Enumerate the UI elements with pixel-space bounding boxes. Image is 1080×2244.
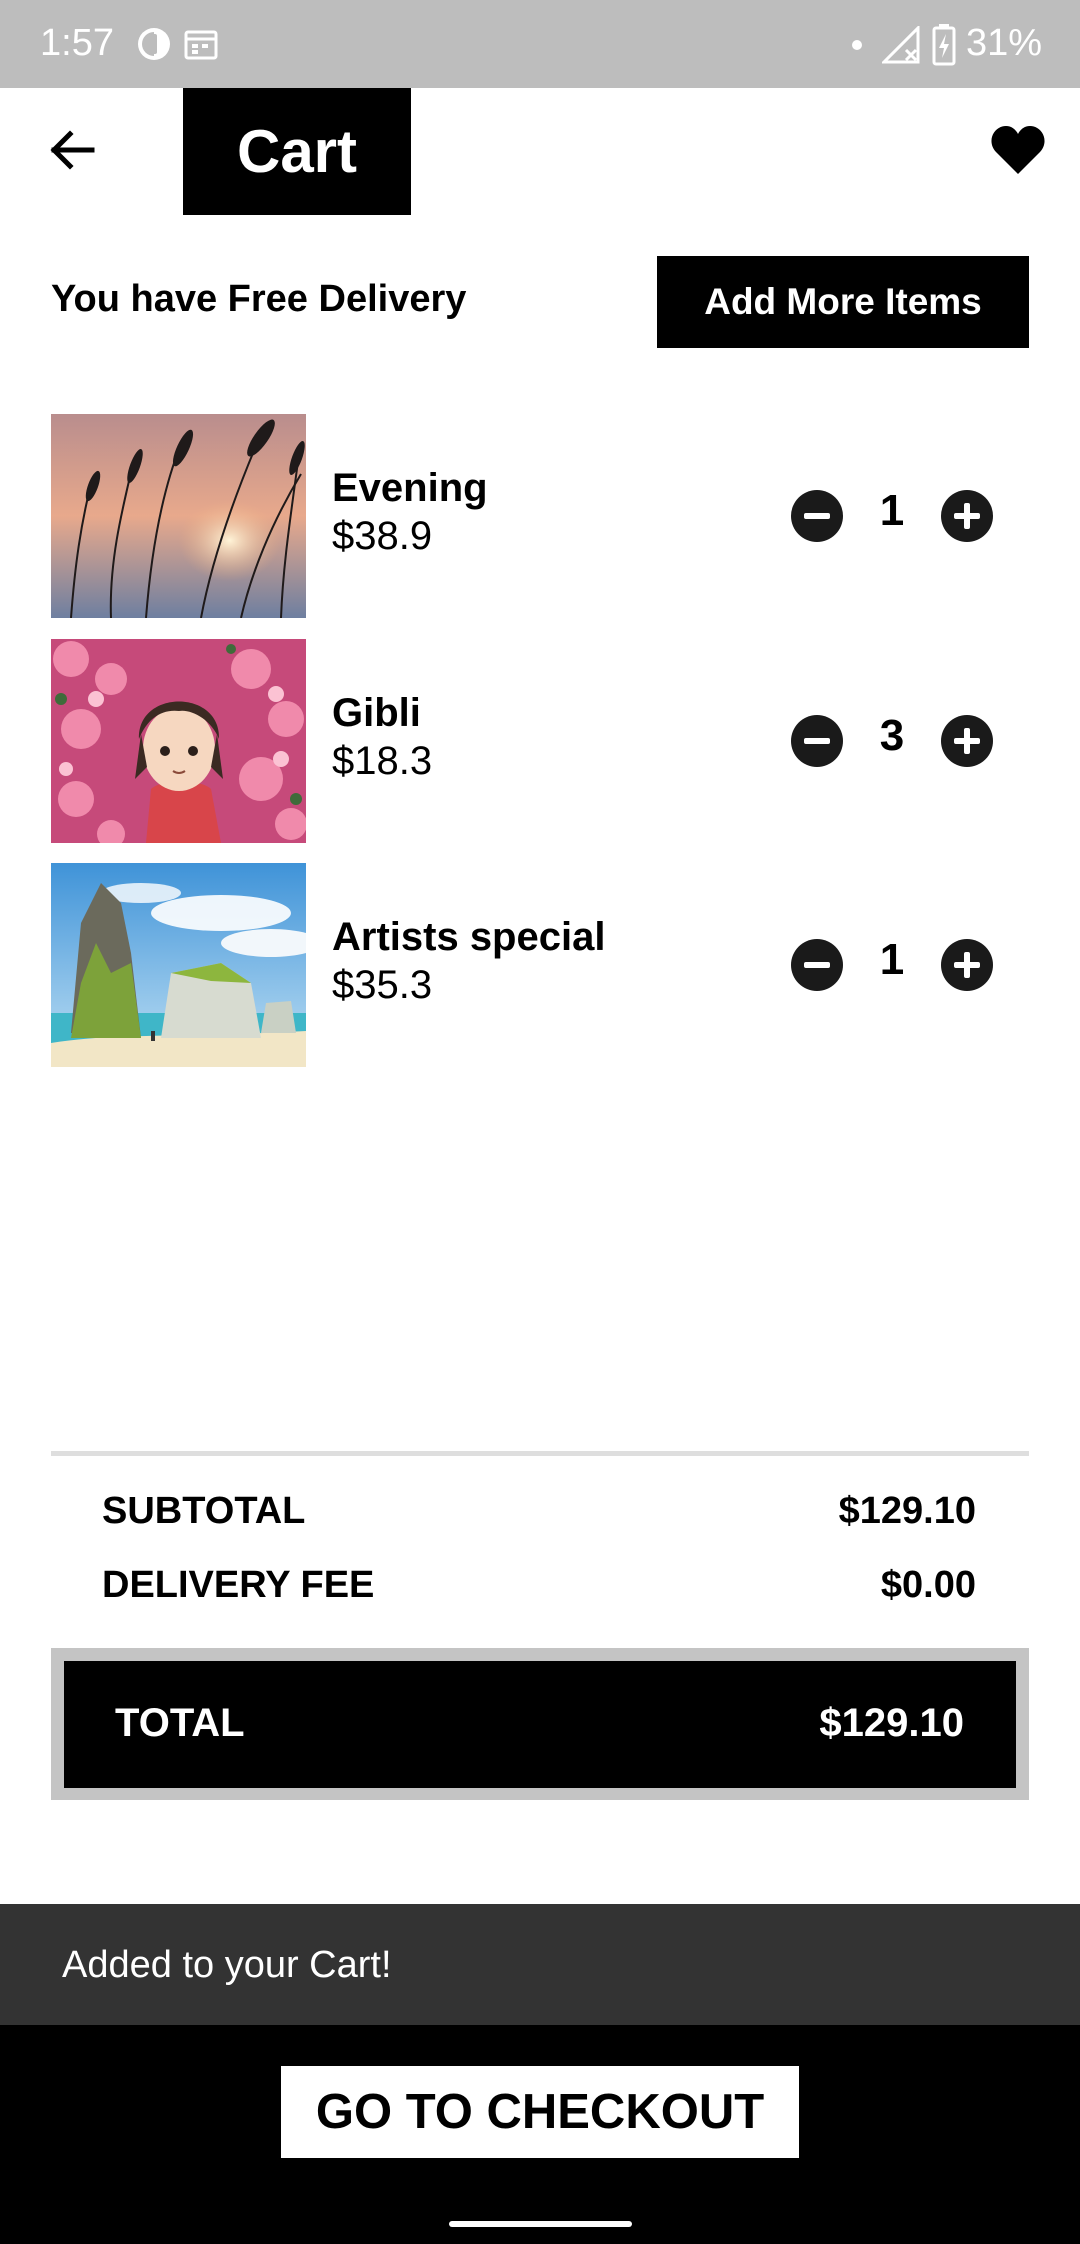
cart-item: Artists special $35.3 1	[51, 863, 1051, 1067]
item-name: Artists special	[332, 915, 606, 959]
total-label: TOTAL	[115, 1701, 245, 1745]
delivery-fee-value: $0.00	[880, 1564, 976, 1606]
cart-item: Evening $38.9 1	[51, 414, 1051, 618]
subtotal-value: $129.10	[838, 1490, 976, 1532]
snackbar-message: Added to your Cart!	[62, 1944, 392, 1986]
item-quantity: 1	[879, 486, 905, 535]
status-time: 1:57	[40, 22, 114, 64]
plus-icon[interactable]	[941, 939, 993, 991]
heart-icon[interactable]	[990, 124, 1046, 176]
minus-icon[interactable]	[791, 715, 843, 767]
item-thumbnail-sunset	[51, 414, 306, 618]
total-box: TOTAL $129.10	[64, 1661, 1016, 1788]
item-price: $18.3	[332, 739, 433, 783]
item-price: $38.9	[332, 514, 433, 558]
summary-divider	[51, 1451, 1029, 1456]
battery-icon	[932, 24, 956, 66]
status-bar: 1:57 31%	[0, 0, 1080, 88]
page-title: Cart	[183, 88, 411, 215]
go-to-checkout-button[interactable]: GO TO CHECKOUT	[281, 2066, 799, 2158]
minus-icon[interactable]	[791, 939, 843, 991]
item-price: $35.3	[332, 963, 433, 1007]
subtotal-label: SUBTOTAL	[102, 1490, 306, 1532]
cart-item: Gibli $18.3 3	[51, 639, 1051, 843]
minus-icon[interactable]	[791, 490, 843, 542]
battery-percent: 31%	[966, 22, 1043, 64]
item-quantity: 1	[879, 935, 905, 984]
delivery-fee-label: DELIVERY FEE	[102, 1564, 375, 1606]
snackbar: Added to your Cart!	[0, 1904, 1080, 2025]
item-name: Gibli	[332, 691, 421, 735]
calendar-icon	[184, 30, 218, 60]
add-more-items-button[interactable]: Add More Items	[657, 256, 1029, 348]
item-quantity: 3	[879, 711, 905, 760]
plus-icon[interactable]	[941, 490, 993, 542]
notification-dot-icon	[852, 40, 862, 50]
free-delivery-message: You have Free Delivery	[51, 278, 467, 320]
signal-icon	[882, 26, 920, 64]
data-saver-icon	[138, 28, 170, 60]
plus-icon[interactable]	[941, 715, 993, 767]
item-name: Evening	[332, 466, 488, 510]
item-thumbnail-anime	[51, 639, 306, 843]
back-arrow-icon[interactable]	[44, 122, 100, 178]
item-thumbnail-coast	[51, 863, 306, 1067]
gesture-nav-handle[interactable]	[449, 2221, 632, 2227]
total-value: $129.10	[819, 1701, 964, 1745]
